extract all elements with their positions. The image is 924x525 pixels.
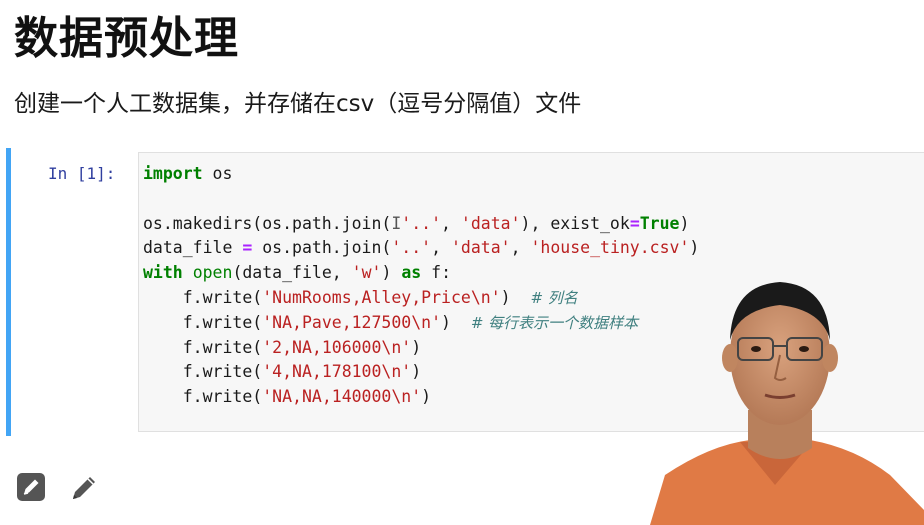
code-line: import os: [143, 162, 699, 187]
code-token: ): [381, 263, 402, 283]
code-token: ,: [431, 238, 451, 258]
code-line: ​: [143, 187, 699, 212]
code-token: (data_file,: [232, 263, 352, 283]
code-token: '4,NA,178100\n': [262, 362, 412, 382]
code-token: ): [411, 362, 422, 382]
code-token: ): [679, 213, 690, 233]
page-subtitle: 创建一个人工数据集，并存储在csv（逗号分隔值）文件: [14, 91, 582, 117]
code-token: ,: [510, 238, 531, 258]
code-token: 'w': [351, 263, 382, 283]
pencil-icon[interactable]: [70, 472, 100, 502]
code-token: open: [192, 263, 233, 283]
code-token: ): [411, 337, 422, 357]
code-token: f.write(: [143, 362, 263, 382]
code-token: os.makedirs(os.path.join(: [143, 213, 392, 233]
code-token: True: [639, 213, 680, 233]
code-token: with: [143, 263, 183, 283]
code-token: =: [629, 213, 640, 233]
edit-box-icon[interactable]: [16, 472, 46, 502]
code-token: '2,NA,106000\n': [262, 337, 412, 357]
code-token: =: [242, 238, 253, 258]
code-token: ), exist_ok: [520, 213, 630, 233]
code-token: f.write(: [143, 312, 263, 332]
code-token: f.write(: [143, 337, 263, 357]
code-token: data_file: [143, 238, 243, 258]
code-token: ,: [441, 213, 461, 233]
code-token: 'NA,Pave,127500\n': [262, 312, 442, 332]
code-token: ): [689, 238, 700, 258]
code-token: 'NumRooms,Alley,Price\n': [262, 287, 501, 307]
code-token: f.write(: [143, 287, 263, 307]
code-token: as: [401, 263, 422, 283]
code-token: f:: [421, 263, 452, 283]
cell-prompt: In [1]:: [48, 164, 116, 183]
code-line: data_file = os.path.join('..', 'data', '…: [143, 236, 699, 261]
code-token: '..': [401, 213, 442, 233]
code-token: os.path.join(: [252, 238, 392, 258]
code-token: '..': [391, 238, 432, 258]
code-token: 'house_tiny.csv': [530, 238, 690, 258]
code-token: ): [500, 287, 531, 307]
code-token: f.write(: [143, 387, 263, 407]
code-token: import: [143, 164, 203, 183]
code-token: ): [421, 387, 432, 407]
code-token: os: [202, 164, 233, 183]
code-line: os.makedirs(os.path.join(I'..', 'data'),…: [143, 212, 699, 237]
code-token: 'NA,NA,140000\n': [262, 387, 422, 407]
page-title: 数据预处理: [14, 13, 239, 64]
code-token: I: [391, 213, 402, 233]
code-token: # 列名: [530, 288, 578, 307]
code-token: 'data': [450, 238, 511, 258]
code-token: 'data': [460, 213, 521, 233]
presenter-webcam: [650, 282, 924, 525]
code-token: ): [441, 312, 471, 332]
